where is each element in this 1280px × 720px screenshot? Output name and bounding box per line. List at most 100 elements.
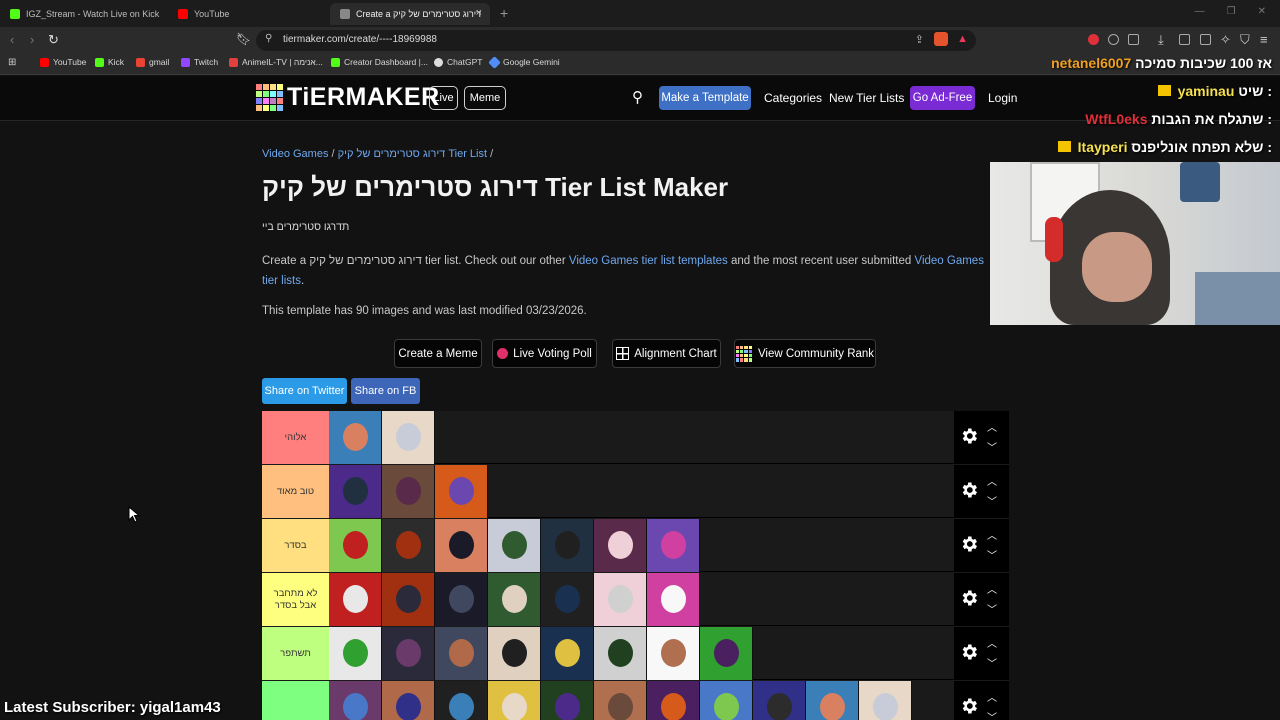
streamer-avatar[interactable] bbox=[594, 519, 647, 572]
new-tab-icon[interactable]: + bbox=[500, 5, 508, 21]
streamer-avatar[interactable] bbox=[435, 519, 488, 572]
record-icon[interactable] bbox=[1088, 34, 1099, 45]
streamer-avatar[interactable] bbox=[647, 573, 700, 626]
live-button[interactable]: Live bbox=[429, 86, 458, 110]
streamer-avatar[interactable] bbox=[859, 681, 912, 720]
gear-icon[interactable] bbox=[959, 534, 979, 554]
move-down-icon[interactable]: ﹀ bbox=[987, 709, 997, 720]
bookmark-youtube[interactable]: YouTube bbox=[40, 57, 86, 67]
make-template-button[interactable]: Make a Template bbox=[659, 86, 751, 110]
streamer-avatar[interactable] bbox=[435, 681, 488, 720]
tier-label[interactable]: לא מתחבר אבל בסדר bbox=[262, 573, 329, 626]
streamer-avatar[interactable] bbox=[488, 681, 541, 720]
bookmark-creator-dashboard[interactable]: Creator Dashboard |... bbox=[331, 57, 428, 67]
streamer-avatar[interactable] bbox=[594, 573, 647, 626]
share-twitter-button[interactable]: Share on Twitter bbox=[262, 378, 347, 404]
tier-label[interactable]: אלוהי bbox=[262, 411, 329, 464]
move-down-icon[interactable]: ﹀ bbox=[987, 439, 997, 454]
bookmark-kick[interactable]: Kick bbox=[95, 57, 124, 67]
restore-icon[interactable]: ❐ bbox=[1227, 6, 1236, 17]
streamer-avatar[interactable] bbox=[382, 681, 435, 720]
streamer-avatar[interactable] bbox=[594, 681, 647, 720]
brave-rewards-icon[interactable]: ▲ bbox=[957, 33, 968, 45]
streamer-avatar[interactable] bbox=[329, 681, 382, 720]
gear-icon[interactable] bbox=[959, 696, 979, 716]
reload-icon[interactable]: ↻ bbox=[48, 32, 59, 48]
menu-icon[interactable]: ≡ bbox=[1260, 32, 1268, 47]
move-up-icon[interactable]: ︿ bbox=[987, 419, 997, 434]
share-icon[interactable]: ⇪ bbox=[915, 33, 924, 46]
streamer-avatar[interactable] bbox=[329, 411, 382, 464]
streamer-avatar[interactable] bbox=[806, 681, 859, 720]
bookmark-gmail[interactable]: gmail bbox=[136, 57, 169, 67]
alignment-chart-button[interactable]: Alignment Chart bbox=[612, 339, 721, 368]
tab-kick-stream[interactable]: IGZ_Stream - Watch Live on Kick bbox=[0, 3, 168, 25]
streamer-avatar[interactable] bbox=[541, 573, 594, 626]
wallet-icon[interactable] bbox=[1200, 34, 1211, 45]
bookmark-animeil[interactable]: AnimeIL-TV | אנימה... bbox=[229, 57, 323, 67]
site-info-icon[interactable]: ⚲ bbox=[265, 33, 272, 44]
tab-youtube[interactable]: YouTube bbox=[168, 3, 330, 25]
streamer-avatar[interactable] bbox=[700, 627, 753, 680]
streamer-avatar[interactable] bbox=[382, 411, 435, 464]
streamer-avatar[interactable] bbox=[594, 627, 647, 680]
streamer-avatar[interactable] bbox=[435, 573, 488, 626]
create-meme-button[interactable]: Create a Meme bbox=[394, 339, 482, 368]
streamer-avatar[interactable] bbox=[329, 519, 382, 572]
move-down-icon[interactable]: ﹀ bbox=[987, 601, 997, 616]
streamer-avatar[interactable] bbox=[382, 573, 435, 626]
streamer-avatar[interactable] bbox=[382, 465, 435, 518]
meme-button[interactable]: Meme bbox=[464, 86, 506, 110]
gear-icon[interactable] bbox=[959, 642, 979, 662]
move-up-icon[interactable]: ︿ bbox=[987, 527, 997, 542]
nav-categories[interactable]: Categories bbox=[764, 91, 822, 105]
apps-grid-icon[interactable]: ⊞ bbox=[8, 57, 16, 68]
streamer-avatar[interactable] bbox=[329, 573, 382, 626]
streamer-avatar[interactable] bbox=[435, 465, 488, 518]
leo-ai-icon[interactable]: ✧ bbox=[1220, 32, 1231, 48]
search-icon[interactable]: ⚲ bbox=[632, 88, 643, 106]
streamer-avatar[interactable] bbox=[647, 627, 700, 680]
tier-label[interactable]: טוב מאוד bbox=[262, 465, 329, 518]
streamer-avatar[interactable] bbox=[488, 573, 541, 626]
extensions-icon[interactable] bbox=[1108, 34, 1119, 45]
forward-icon[interactable]: › bbox=[30, 32, 34, 47]
streamer-avatar[interactable] bbox=[541, 519, 594, 572]
ad-free-button[interactable]: Go Ad-Free bbox=[910, 86, 975, 110]
bookmark-icon[interactable]: 🔖︎ bbox=[236, 32, 251, 46]
tier-label[interactable]: בסדר bbox=[262, 519, 329, 572]
tier-label[interactable] bbox=[262, 681, 329, 720]
streamer-avatar[interactable] bbox=[541, 627, 594, 680]
streamer-avatar[interactable] bbox=[647, 519, 700, 572]
download-icon[interactable]: ⤓ bbox=[1158, 32, 1164, 48]
streamer-avatar[interactable] bbox=[329, 465, 382, 518]
tier-label[interactable]: תשתפר bbox=[262, 627, 329, 680]
close-window-icon[interactable]: ✕ bbox=[1258, 6, 1266, 17]
streamer-avatar[interactable] bbox=[435, 627, 488, 680]
move-up-icon[interactable]: ︿ bbox=[987, 473, 997, 488]
move-down-icon[interactable]: ﹀ bbox=[987, 655, 997, 670]
breadcrumb-category[interactable]: Video Games bbox=[262, 148, 328, 160]
gear-icon[interactable] bbox=[959, 588, 979, 608]
streamer-avatar[interactable] bbox=[753, 681, 806, 720]
move-up-icon[interactable]: ︿ bbox=[987, 689, 997, 704]
move-down-icon[interactable]: ﹀ bbox=[987, 493, 997, 508]
streamer-avatar[interactable] bbox=[541, 681, 594, 720]
streamer-avatar[interactable] bbox=[382, 519, 435, 572]
back-icon[interactable]: ‹ bbox=[10, 32, 14, 47]
bookmark-twitch[interactable]: Twitch bbox=[181, 57, 218, 67]
breadcrumb-item[interactable]: דירוג סטרימרים של קיק Tier List bbox=[338, 148, 487, 160]
bookmark-gemini[interactable]: Google Gemini bbox=[488, 55, 560, 69]
nav-new-tier-lists[interactable]: New Tier Lists bbox=[829, 91, 904, 105]
tab-tiermaker[interactable]: Create a דירוג סטרימרים של קיק × bbox=[330, 3, 490, 25]
move-down-icon[interactable]: ﹀ bbox=[987, 547, 997, 562]
move-up-icon[interactable]: ︿ bbox=[987, 581, 997, 596]
brave-shield-icon[interactable] bbox=[934, 32, 948, 46]
streamer-avatar[interactable] bbox=[382, 627, 435, 680]
streamer-avatar[interactable] bbox=[488, 519, 541, 572]
gear-icon[interactable] bbox=[959, 426, 979, 446]
url-bar[interactable]: ⚲ tiermaker.com/create/----18969988 ⇪ ▲ bbox=[256, 30, 976, 51]
streamer-avatar[interactable] bbox=[488, 627, 541, 680]
tiermaker-logo[interactable]: TiERMAKER bbox=[256, 83, 440, 112]
streamer-avatar[interactable] bbox=[700, 681, 753, 720]
